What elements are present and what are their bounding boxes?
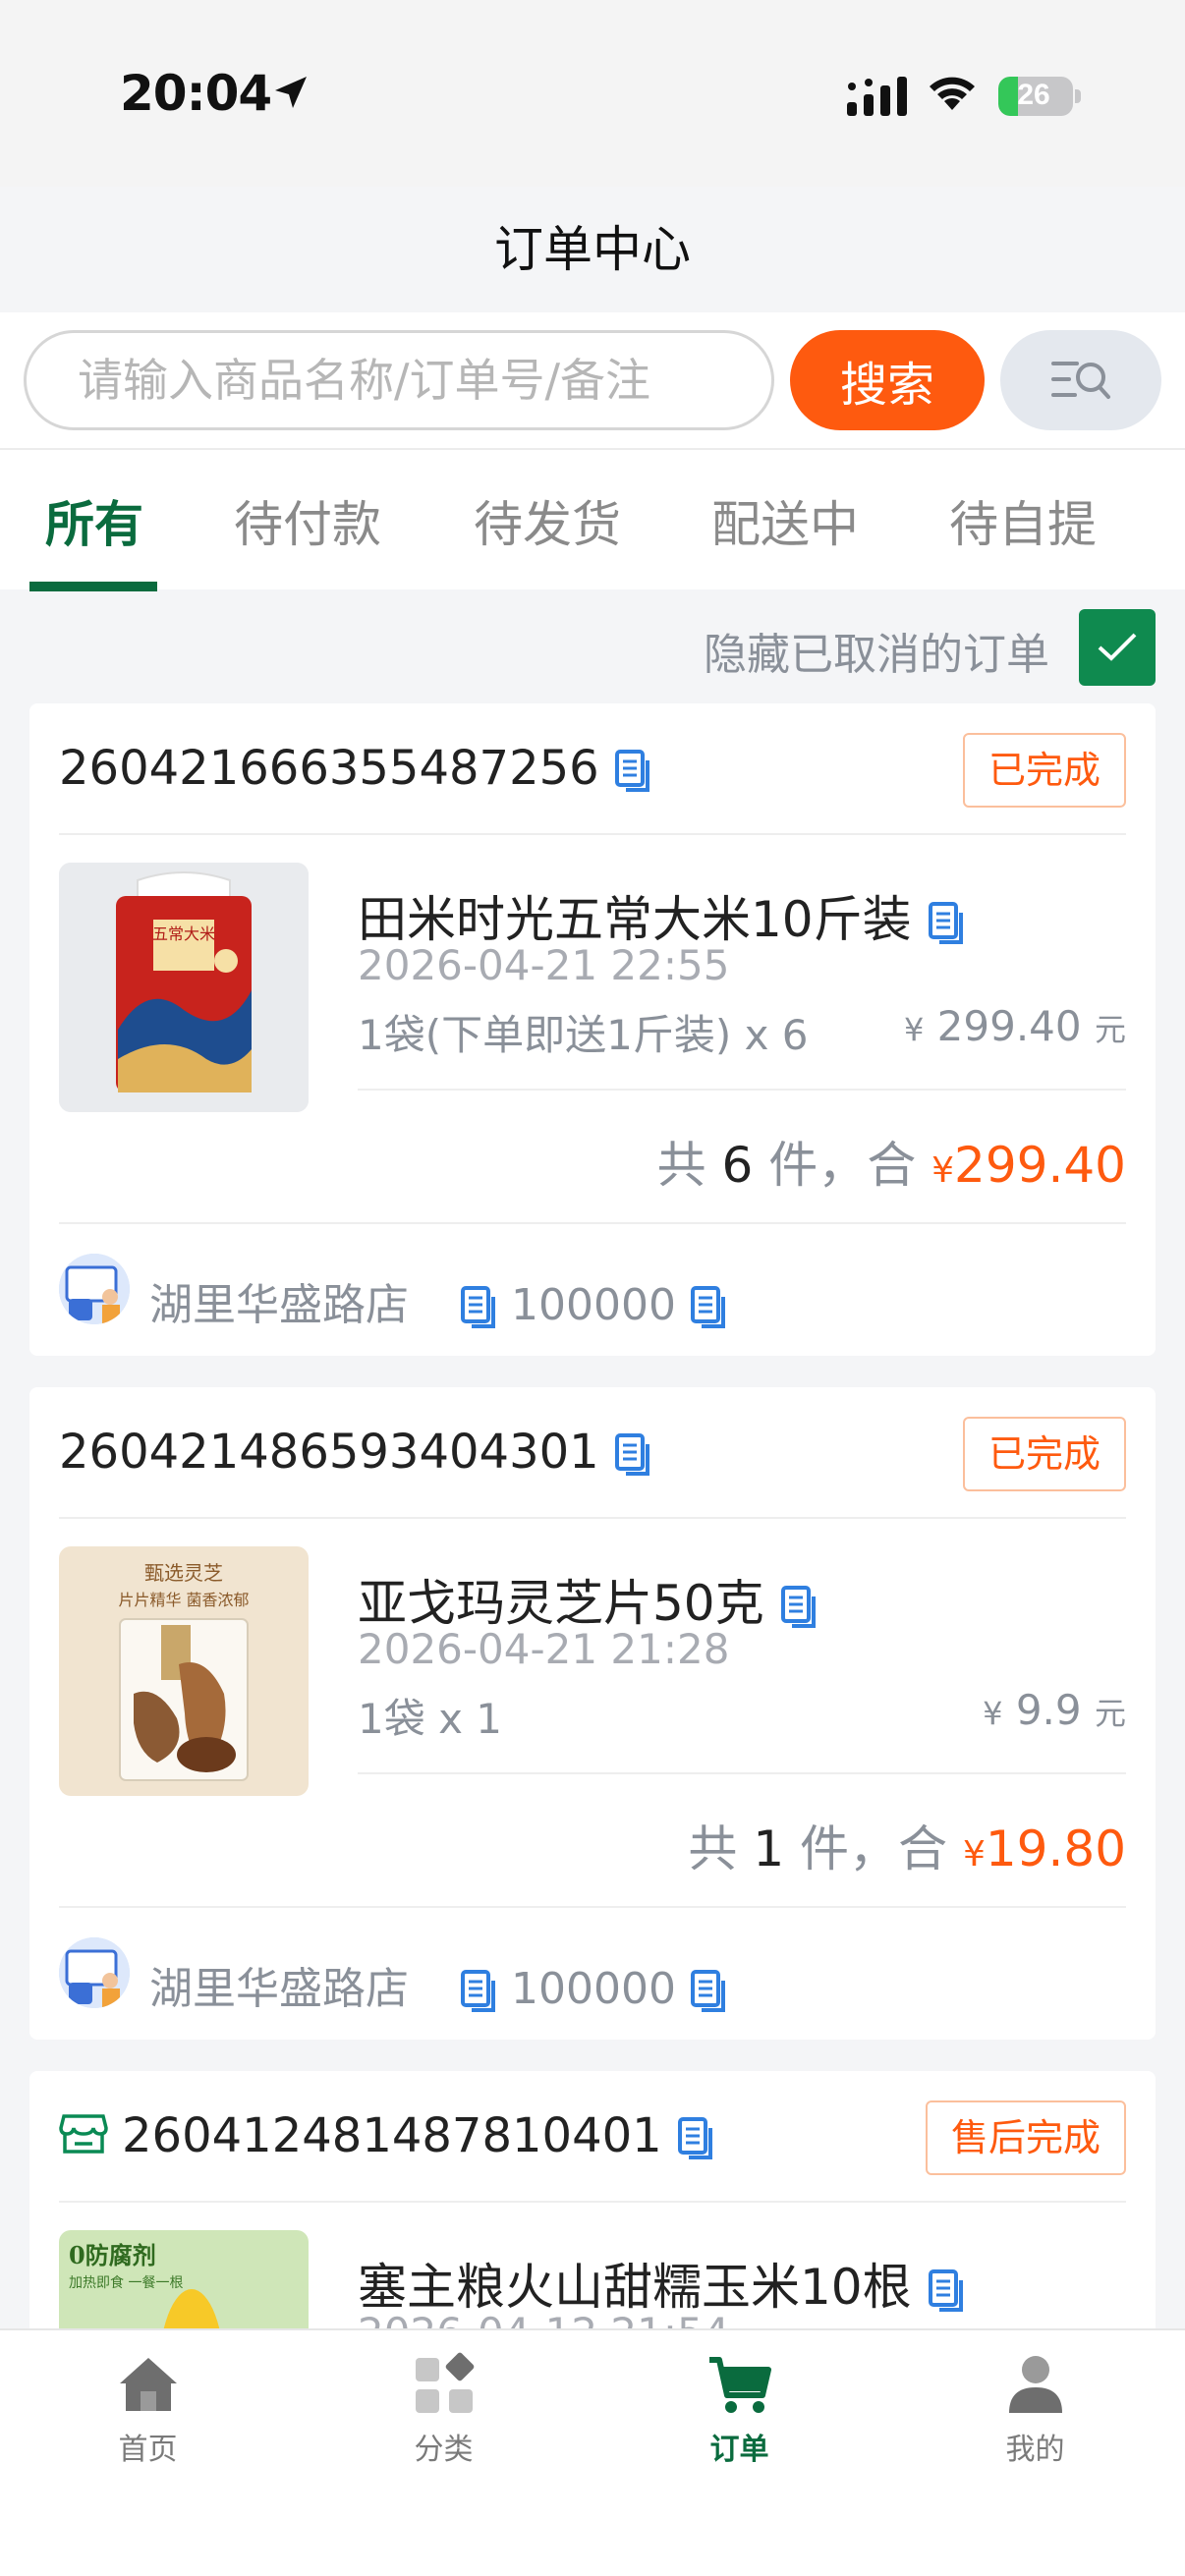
rice-bag-image: 五常大米 (59, 863, 309, 1112)
product-price: ¥ 299.40 元 (903, 1002, 1126, 1050)
location-arrow-icon (275, 77, 307, 108)
store-avatar (59, 1937, 130, 2008)
svg-text:五常大米: 五常大米 (152, 924, 215, 943)
battery-indicator: 26 (998, 77, 1081, 116)
svg-text:0防腐剂: 0防腐剂 (69, 2241, 156, 2269)
order-date: 2026-04-21 21:28 (358, 1625, 730, 1673)
checkmark-icon (1098, 633, 1137, 661)
product-spec: 1袋(下单即送1斤装) x 6 (358, 1011, 809, 1059)
svg-text:片片精华 菌香浓郁: 片片精华 菌香浓郁 (118, 1591, 249, 1609)
divider (59, 1222, 1126, 1224)
tab-pending-shipment[interactable]: 待发货 (474, 485, 621, 556)
divider (59, 1906, 1126, 1908)
product-price: ¥ 9.9 元 (983, 1686, 1126, 1734)
divider (59, 2201, 1126, 2203)
store-code: 100000 (511, 1964, 676, 2014)
battery-percent: 26 (1017, 79, 1050, 111)
status-bar: 20:04 26 订单中心 (0, 0, 1185, 278)
order-date: 2026-04-21 22:55 (358, 941, 730, 989)
advanced-search-button[interactable] (1000, 330, 1161, 430)
divider (358, 1772, 1126, 1774)
cart-icon (708, 2357, 771, 2413)
status-badge: 已完成 (962, 733, 1126, 808)
store-info: 湖里华盛路店 100000 (149, 1269, 727, 1332)
store-name: 湖里华盛路店 (149, 1280, 409, 1330)
order-card[interactable]: 260412481487810401 售后完成 0防腐剂 加热即食 一餐一根 塞… (29, 2071, 1156, 2480)
copy-icon[interactable] (614, 1432, 651, 1478)
store-avatar (59, 1254, 130, 1324)
copy-icon[interactable] (677, 2116, 714, 2161)
store-icon (59, 2114, 108, 2154)
copy-icon[interactable] (928, 901, 965, 946)
tab-delivering[interactable]: 配送中 (711, 485, 859, 556)
page-title: 订单中心 (494, 221, 691, 278)
filter-search-icon (1051, 362, 1110, 399)
profile-icon (1008, 2356, 1062, 2413)
category-icon (415, 2352, 474, 2413)
home-icon (119, 2358, 177, 2411)
status-badge: 售后完成 (925, 2100, 1126, 2175)
hide-cancelled-row: 隐藏已取消的订单 (0, 589, 1185, 701)
order-card[interactable]: 260421486593404301 已完成 甄选灵芝 片片精华 菌香浓郁 亚戈… (29, 1387, 1156, 2040)
copy-icon[interactable] (614, 749, 651, 794)
order-number: 260421486593404301 (59, 1425, 651, 1480)
nav-orders[interactable]: 订单 (592, 2350, 887, 2468)
bottom-navigation: 首页 分类 订单 我的 (0, 2328, 1185, 2576)
divider (59, 1517, 1126, 1519)
store-code: 100000 (511, 1280, 676, 1330)
copy-icon[interactable] (780, 1585, 818, 1630)
wifi-icon (930, 77, 975, 110)
search-input[interactable] (24, 330, 774, 430)
order-card[interactable]: 260421666355487256 已完成 五常大米 田米时光五常大米10斤装 (29, 703, 1156, 1356)
tab-all[interactable]: 所有 (45, 485, 143, 556)
order-number: 260412481487810401 (122, 2108, 714, 2163)
cellular-signal-icon (847, 77, 907, 116)
search-bar: 搜索 (0, 312, 1185, 448)
copy-icon[interactable] (460, 1285, 497, 1330)
tab-pending-payment[interactable]: 待付款 (234, 485, 381, 556)
store-name: 湖里华盛路店 (149, 1964, 409, 2014)
product-image[interactable]: 甄选灵芝 片片精华 菌香浓郁 (59, 1546, 309, 1796)
order-number: 260421666355487256 (59, 741, 651, 796)
product-spec: 1袋 x 1 (358, 1695, 503, 1743)
hide-cancelled-label: 隐藏已取消的订单 (704, 630, 1049, 680)
svg-text:加热即食 一餐一根: 加热即食 一餐一根 (69, 2274, 183, 2291)
nav-home[interactable]: 首页 (0, 2350, 296, 2468)
store-info: 湖里华盛路店 100000 (149, 1953, 727, 2016)
nav-profile[interactable]: 我的 (887, 2350, 1183, 2468)
svg-text:甄选灵芝: 甄选灵芝 (144, 1561, 223, 1585)
copy-icon[interactable] (928, 2268, 965, 2314)
order-status-tabs: 所有 待付款 待发货 配送中 待自提 (0, 448, 1185, 591)
order-total: 共 1 件，合 ¥19.80 (688, 1820, 1126, 1877)
nav-category[interactable]: 分类 (296, 2350, 592, 2468)
divider (59, 833, 1126, 835)
copy-icon[interactable] (690, 1969, 727, 2014)
tab-pending-pickup[interactable]: 待自提 (949, 485, 1097, 556)
order-total: 共 6 件，合 ¥299.40 (656, 1137, 1126, 1194)
copy-icon[interactable] (690, 1285, 727, 1330)
hide-cancelled-checkbox[interactable] (1079, 609, 1156, 686)
status-time: 20:04 (120, 65, 272, 122)
divider (358, 1089, 1126, 1091)
copy-icon[interactable] (460, 1969, 497, 2014)
search-button[interactable]: 搜索 (790, 330, 985, 430)
status-badge: 已完成 (962, 1417, 1126, 1491)
lingzhi-image: 甄选灵芝 片片精华 菌香浓郁 (59, 1546, 309, 1796)
product-image[interactable]: 五常大米 (59, 863, 309, 1112)
